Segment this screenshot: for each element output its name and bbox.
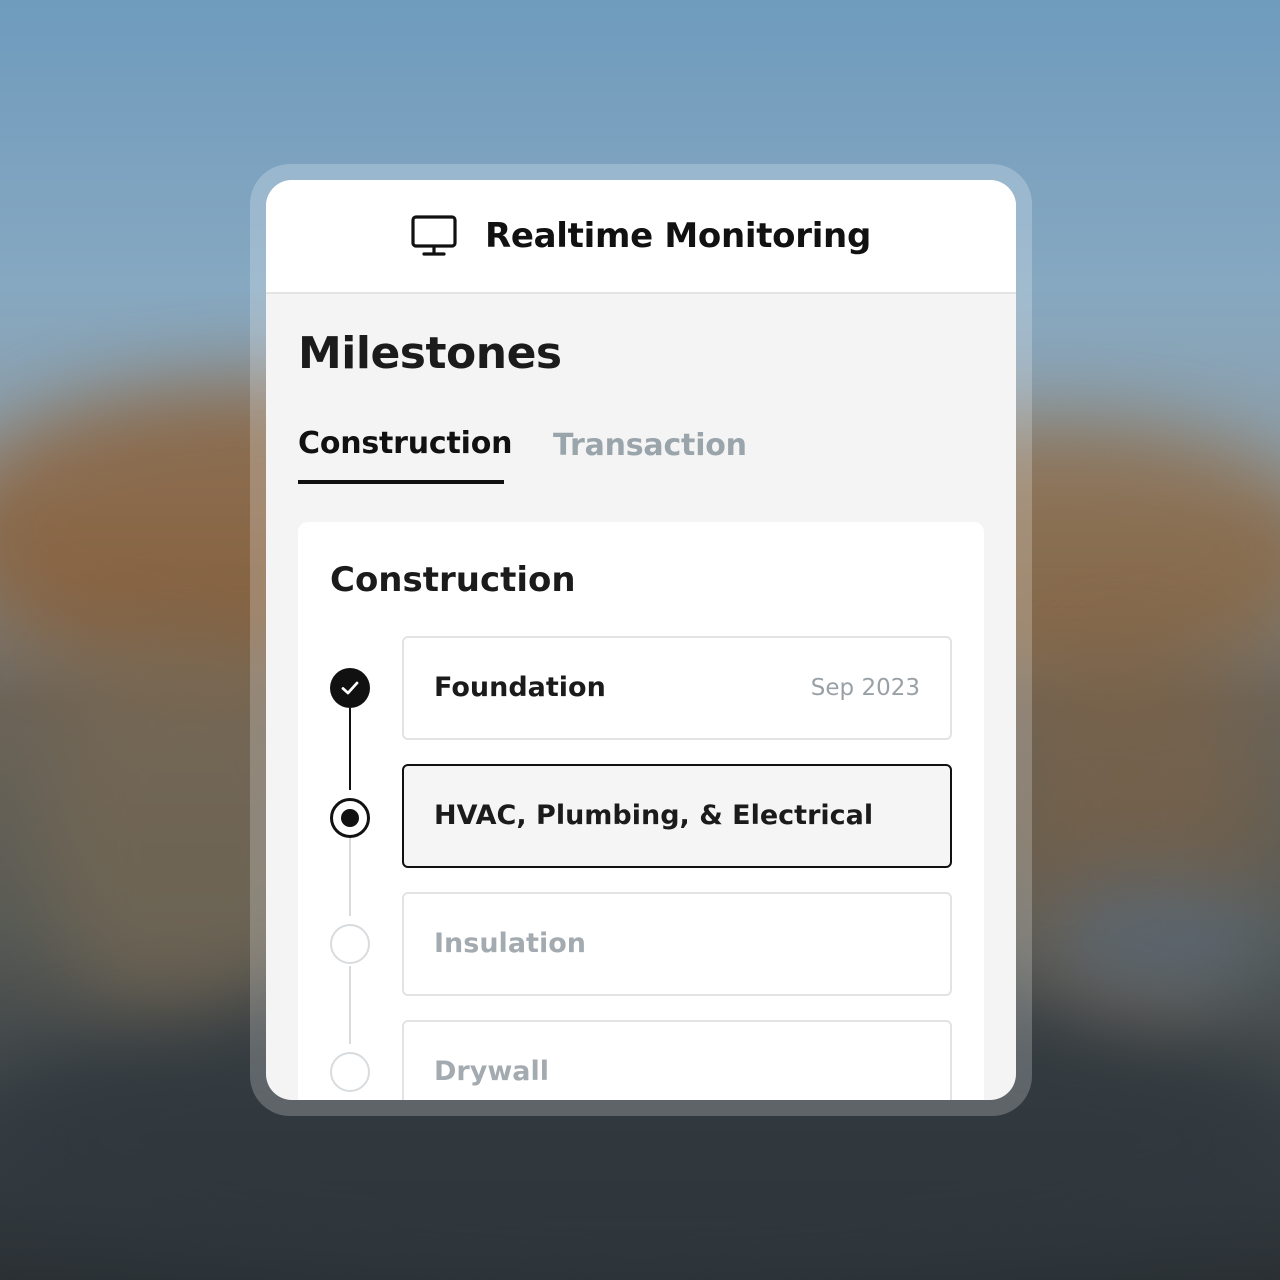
panel-title: Construction xyxy=(330,560,576,600)
step-connector xyxy=(349,708,351,790)
construction-panel: Construction Foundation Sep 2023 HVAC, P… xyxy=(298,522,984,1100)
milestone-date: Sep 2023 xyxy=(810,675,920,701)
page-title: Milestones xyxy=(298,328,562,379)
header-title: Realtime Monitoring xyxy=(485,216,871,256)
milestone-foundation[interactable]: Foundation Sep 2023 xyxy=(402,636,952,740)
step-connector xyxy=(349,838,351,916)
step-completed-indicator xyxy=(330,668,370,708)
milestone-hvac-plumbing-electrical[interactable]: HVAC, Plumbing, & Electrical xyxy=(402,764,952,868)
monitor-icon xyxy=(411,215,457,257)
milestones-card: Realtime Monitoring Milestones Construct… xyxy=(266,180,1016,1100)
tab-transaction[interactable]: Transaction xyxy=(553,428,747,463)
current-dot xyxy=(341,809,359,827)
milestone-insulation[interactable]: Insulation xyxy=(402,892,952,996)
step-connector xyxy=(349,966,351,1044)
milestone-label: Insulation xyxy=(434,928,586,959)
tab-construction[interactable]: Construction xyxy=(298,426,513,461)
card-header: Realtime Monitoring xyxy=(266,180,1016,294)
milestone-label: HVAC, Plumbing, & Electrical xyxy=(434,800,874,831)
step-pending-indicator xyxy=(330,924,370,964)
milestone-label: Foundation xyxy=(434,672,606,703)
active-tab-indicator xyxy=(298,480,504,484)
step-current-indicator xyxy=(330,798,370,838)
check-icon xyxy=(341,681,359,695)
milestone-drywall[interactable]: Drywall xyxy=(402,1020,952,1100)
milestone-label: Drywall xyxy=(434,1056,550,1087)
step-pending-indicator xyxy=(330,1052,370,1092)
